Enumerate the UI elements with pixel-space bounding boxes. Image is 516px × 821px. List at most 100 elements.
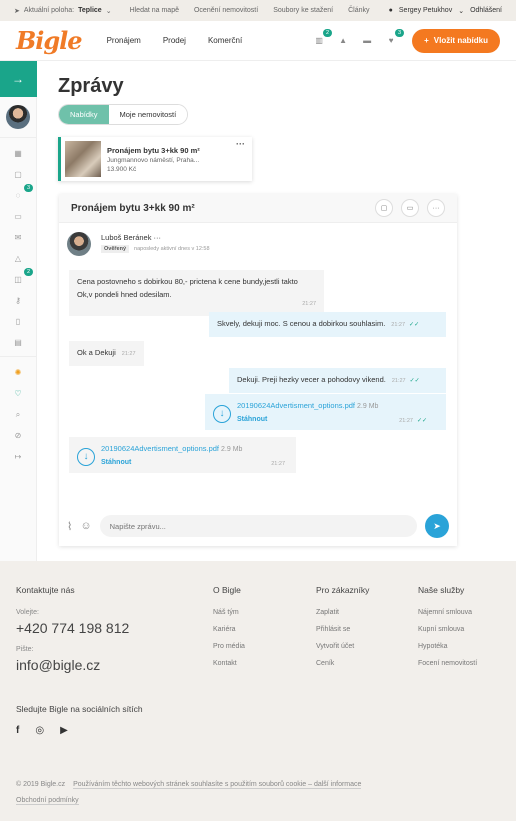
file-message-incoming: ↓ 20190624Advertisment_options.pdf 2.9 Mb… (69, 437, 296, 473)
paperclip-icon[interactable]: ⌇ (67, 520, 72, 533)
cookies-link[interactable]: Používáním těchto webových stránek souhl… (73, 781, 362, 789)
offer-card[interactable]: Pronájem bytu 3+kk 90 m² Jungmannovo nám… (58, 137, 252, 181)
notes-icon[interactable]: ◫ 2 (12, 268, 33, 285)
logout-link[interactable]: Odhlášení (470, 7, 502, 14)
heart-icon[interactable]: ♥ 3 (384, 28, 405, 48)
toplink-map[interactable]: Hledat na mapě (130, 7, 179, 14)
toplink-downloads[interactable]: Soubory ke stažení (273, 7, 333, 14)
calendar-icon[interactable]: ▢ (12, 169, 24, 180)
footer-link[interactable]: Kupní smlouva (418, 626, 477, 633)
toplink-valuation[interactable]: Ocenění nemovitostí (194, 7, 258, 14)
heart-icon[interactable]: ♡ (12, 388, 24, 399)
inbox-icon[interactable]: ▭ (12, 211, 24, 222)
download-link[interactable]: Stáhnout (101, 456, 131, 471)
document-icon[interactable]: ▯ (12, 316, 24, 327)
emoji-icon[interactable]: ☺ (80, 520, 91, 532)
notes-badge: 2 (23, 268, 33, 276)
chat-icon[interactable]: ▬ (360, 34, 374, 48)
more-options-icon[interactable]: ··· (236, 139, 245, 149)
footer: Kontaktujte nás Volejte: +420 774 198 81… (0, 561, 516, 821)
person-name[interactable]: Luboš Beránek (101, 233, 151, 242)
download-link[interactable]: Stáhnout (237, 413, 267, 428)
user-icon: ● (388, 7, 393, 14)
social-title: Sledujte Bigle na sociálních sítích (16, 704, 143, 714)
location-value: Teplice (78, 7, 102, 14)
email-address[interactable]: info@bigle.cz (16, 657, 129, 673)
footer-link[interactable]: Focení nemovitostí (418, 660, 477, 667)
footer-link[interactable]: Přihlásit se (316, 626, 369, 633)
bell-icon[interactable]: ▲ (336, 34, 350, 48)
more-options-icon[interactable]: ··· (154, 233, 162, 242)
tabs: Nabídky Moje nemovitostí (58, 104, 189, 125)
terms-link[interactable]: Obchodní podmínky (16, 797, 79, 805)
youtube-icon[interactable]: ▶ (60, 725, 68, 736)
add-listing-button[interactable]: + Vložit nabídku (412, 28, 500, 53)
location-arrow-icon: ➤ (14, 7, 20, 15)
avatar[interactable] (67, 232, 91, 256)
sun-icon[interactable]: ✺ (12, 367, 24, 378)
sidebar-toggle-arrow-icon[interactable]: → (0, 61, 37, 97)
footer-col-title: Naše služby (418, 585, 465, 595)
message-composer: ⌇ ☺ ➤ (59, 506, 457, 546)
message-text: Skvely, dekuji moc. S cenou a dobirkou s… (217, 319, 386, 328)
phone-number[interactable]: +420 774 198 812 (16, 620, 129, 636)
footer-col-services: Naše služby Nájemní smlouva Kupní smlouv… (418, 585, 477, 677)
message-text: Ok a Dekuji (77, 348, 116, 357)
archive-icon[interactable]: ▭ (401, 199, 419, 217)
footer-link[interactable]: Hypotéka (418, 643, 477, 650)
footer-link[interactable]: Pro média (213, 643, 245, 650)
key-icon[interactable]: ⚷ (12, 295, 24, 306)
phone-label: Volejte: (16, 609, 39, 616)
send-icon: ➤ (433, 520, 441, 531)
footer-col-customers: Pro zákazníky Zaplatit Přihlásit se Vytv… (316, 585, 369, 677)
search-icon[interactable]: ⌕ (12, 409, 24, 420)
avatar[interactable] (6, 105, 30, 129)
message-input[interactable] (99, 515, 417, 537)
file-name[interactable]: 20190624Advertisment_options.pdf (101, 444, 219, 453)
hidden-eye-icon[interactable]: ⊘ (12, 430, 24, 441)
more-options-icon[interactable]: ··· (427, 199, 445, 217)
sidebar: → ▦ ▢ ◌ 3 ▭ ✉ △ ◫ 2 ⚷ ▯ ▤ ✺ ♡ ⌕ ⊘ ↦ (0, 61, 37, 561)
footer-link[interactable]: Náš tým (213, 609, 245, 616)
bigle-logo[interactable]: Bigle (16, 26, 83, 55)
stats-icon[interactable]: ▥ 2 (312, 28, 333, 48)
dashboard-icon[interactable]: ▦ (12, 148, 24, 159)
download-icon[interactable]: ↓ (77, 447, 95, 466)
footer-link[interactable]: Nájemní smlouva (418, 609, 477, 616)
read-ticks-icon: ✓✓ (409, 378, 420, 384)
main-content: Zprávy Nabídky Moje nemovitostí Pronájem… (37, 61, 516, 561)
chat-panel: Pronájem bytu 3+kk 90 m² ▢ ▭ ··· Luboš B… (59, 194, 457, 546)
location-selector[interactable]: ➤ Aktuální poloha: Teplice ⌄ (14, 7, 112, 15)
footer-col-title: O Bigle (213, 585, 241, 595)
mail-icon[interactable]: ✉ (12, 232, 24, 243)
send-button[interactable]: ➤ (425, 514, 449, 538)
footer-link[interactable]: Zaplatit (316, 609, 369, 616)
nav-rent[interactable]: Pronájem (107, 36, 141, 45)
likes-badge: 3 (395, 28, 405, 37)
message-text: Dekuji. Preji hezky vecer a pohodovy vik… (237, 375, 386, 384)
tab-my-properties[interactable]: Moje nemovitostí (108, 105, 188, 124)
logout-icon[interactable]: ↦ (12, 451, 24, 462)
footer-link[interactable]: Kariéra (213, 626, 245, 633)
location-label: Aktuální poloha: (23, 7, 75, 14)
instagram-icon[interactable]: ◎ (35, 725, 44, 736)
download-icon[interactable]: ↓ (213, 404, 231, 423)
footer-link[interactable]: Vytvořit účet (316, 643, 369, 650)
tab-offers[interactable]: Nabídky (59, 105, 109, 124)
table-icon[interactable]: ▤ (12, 337, 24, 348)
calendar-icon[interactable]: ▢ (375, 199, 393, 217)
message-incoming: Ok a Dekuji 21:27 (69, 341, 144, 366)
messages-icon[interactable]: ◌ 3 (12, 184, 33, 201)
toplink-articles[interactable]: Články (348, 7, 369, 14)
file-name[interactable]: 20190624Advertisment_options.pdf (237, 401, 355, 410)
nav-commercial[interactable]: Komerční (208, 36, 242, 45)
bell-icon[interactable]: △ (12, 253, 24, 264)
footer-link[interactable]: Kontakt (213, 660, 245, 667)
message-incoming: Cena postovneho s dobirkou 80,- prictena… (69, 270, 324, 316)
plus-icon: + (424, 36, 429, 45)
user-name[interactable]: Sergey Petukhov (399, 7, 452, 14)
nav-sale[interactable]: Prodej (163, 36, 186, 45)
message-time: 21:27 (271, 461, 285, 467)
facebook-icon[interactable]: f (16, 725, 19, 736)
footer-link[interactable]: Ceník (316, 660, 369, 667)
